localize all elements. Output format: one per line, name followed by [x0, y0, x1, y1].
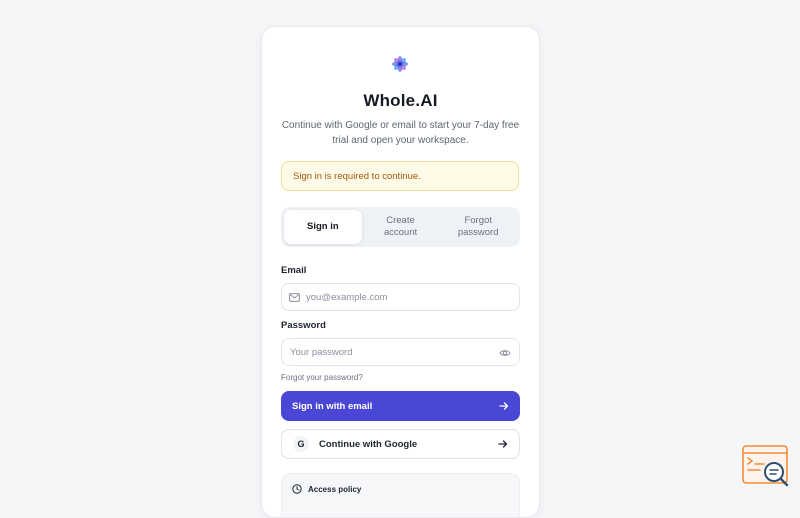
- tab-sign-in[interactable]: Sign in: [284, 210, 362, 244]
- app-subtitle: Continue with Google or email to start y…: [281, 120, 520, 146]
- password-field[interactable]: Your password: [281, 338, 520, 366]
- continue-with-google-button[interactable]: G Continue with Google: [281, 429, 520, 459]
- access-policy-title: Access policy: [308, 484, 362, 494]
- email-placeholder: you@example.com: [306, 291, 388, 303]
- tab-forgot-password[interactable]: Forgot password: [439, 210, 517, 244]
- access-policy-panel: Access policy: [281, 473, 520, 517]
- alert-text: Sign in is required to continue.: [293, 170, 421, 182]
- email-field[interactable]: you@example.com: [281, 283, 520, 311]
- password-label: Password: [281, 320, 326, 331]
- arrow-right-icon: [498, 440, 508, 448]
- arrow-right-icon: [499, 402, 509, 410]
- auth-tabs: Sign in Create account Forgot password: [281, 207, 520, 247]
- sign-in-email-label: Sign in with email: [292, 400, 373, 412]
- mail-icon: [289, 291, 301, 303]
- signin-required-alert: Sign in is required to continue.: [281, 161, 519, 191]
- email-label: Email: [281, 265, 307, 276]
- google-button-label: Continue with Google: [319, 438, 418, 450]
- sign-in-with-email-button[interactable]: Sign in with email: [281, 391, 520, 421]
- clock-icon: [292, 484, 302, 494]
- password-placeholder: Your password: [290, 346, 353, 358]
- search-code-icon[interactable]: [742, 445, 790, 487]
- google-icon: G: [293, 436, 309, 452]
- tab-create-account[interactable]: Create account: [362, 210, 440, 244]
- flower-logo-icon: [392, 56, 408, 72]
- app-title: Whole.AI: [363, 91, 438, 110]
- signin-card: Whole.AI Continue with Google or email t…: [261, 26, 540, 518]
- forgot-password-link[interactable]: Forgot your password?: [281, 373, 363, 382]
- eye-icon[interactable]: [499, 347, 511, 359]
- access-policy-header: Access policy: [292, 484, 361, 494]
